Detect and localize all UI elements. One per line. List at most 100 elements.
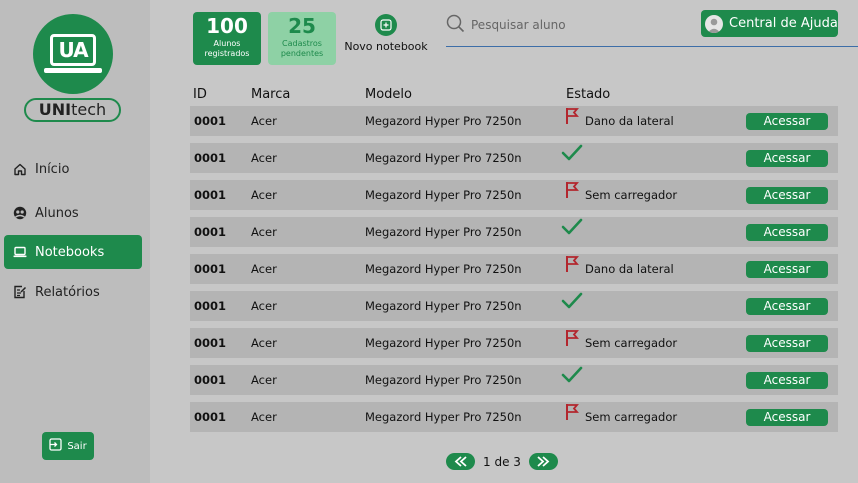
checkmark-icon bbox=[561, 291, 583, 321]
add-notebook-icon bbox=[375, 14, 397, 36]
stat-label-line2: pendentes bbox=[280, 49, 324, 58]
search-input[interactable]: Pesquisar aluno bbox=[471, 18, 566, 32]
sidebar: UA UNItech Início Alunos Notebooks Relat… bbox=[0, 0, 150, 483]
state-text: Dano da lateral bbox=[585, 262, 674, 276]
flag-icon bbox=[565, 402, 579, 432]
logo-text: UA bbox=[58, 38, 88, 62]
brand-name-rest: tech bbox=[71, 100, 107, 119]
flag-icon bbox=[565, 106, 579, 136]
access-button[interactable]: Acessar bbox=[746, 113, 828, 130]
flag-icon bbox=[565, 254, 579, 284]
search-bar[interactable]: Pesquisar aluno bbox=[446, 13, 691, 37]
cell-state: Dano da lateral bbox=[565, 106, 674, 136]
table-row: 0001 Acer Megazord Hyper Pro 7250n Dano da … bbox=[190, 106, 838, 136]
sidebar-item-label: Início bbox=[35, 161, 70, 177]
users-icon bbox=[13, 206, 27, 220]
sidebar-item-notebooks[interactable]: Notebooks bbox=[4, 235, 142, 269]
new-notebook-button[interactable]: Novo notebook bbox=[340, 14, 432, 53]
cell-model: Megazord Hyper Pro 7250n bbox=[365, 114, 522, 128]
cell-model: Megazord Hyper Pro 7250n bbox=[365, 151, 522, 165]
cell-brand: Acer bbox=[251, 373, 277, 387]
table-row: 0001 Acer Megazord Hyper Pro 7250n Acessar bbox=[190, 217, 838, 247]
cell-brand: Acer bbox=[251, 114, 277, 128]
access-button[interactable]: Acessar bbox=[746, 298, 828, 315]
pending-registrations-stat: 25 Cadastros pendentes bbox=[268, 12, 336, 65]
double-chevron-right-icon bbox=[537, 456, 550, 467]
sidebar-item-alunos[interactable]: Alunos bbox=[4, 196, 142, 230]
double-chevron-left-icon bbox=[454, 456, 467, 467]
column-header-id: ID bbox=[193, 87, 207, 102]
stat-label-line1: Alunos bbox=[213, 39, 241, 48]
cell-model: Megazord Hyper Pro 7250n bbox=[365, 188, 522, 202]
logout-label: Sair bbox=[67, 440, 87, 452]
home-icon bbox=[13, 162, 27, 176]
access-button[interactable]: Acessar bbox=[746, 372, 828, 389]
report-icon bbox=[13, 285, 27, 299]
logout-button[interactable]: Sair bbox=[42, 432, 94, 460]
help-center-button[interactable]: Central de Ajuda bbox=[701, 10, 838, 37]
state-text: Sem carregador bbox=[585, 336, 678, 350]
cell-id: 0001 bbox=[194, 373, 227, 387]
cell-brand: Acer bbox=[251, 336, 277, 350]
cell-id: 0001 bbox=[194, 151, 227, 165]
cell-brand: Acer bbox=[251, 151, 277, 165]
page-indicator: 1 de 3 bbox=[483, 454, 521, 469]
column-header-model: Modelo bbox=[365, 87, 412, 102]
cell-state: Dano da lateral bbox=[565, 254, 674, 284]
access-button[interactable]: Acessar bbox=[746, 261, 828, 278]
cell-model: Megazord Hyper Pro 7250n bbox=[365, 410, 522, 424]
cell-model: Megazord Hyper Pro 7250n bbox=[365, 373, 522, 387]
brand-name-bold: UNI bbox=[38, 100, 72, 119]
cell-brand: Acer bbox=[251, 188, 277, 202]
cell-id: 0001 bbox=[194, 410, 227, 424]
table-row: 0001 Acer Megazord Hyper Pro 7250n Acessar bbox=[190, 365, 838, 395]
cell-id: 0001 bbox=[194, 336, 227, 350]
cell-model: Megazord Hyper Pro 7250n bbox=[365, 336, 522, 350]
cell-model: Megazord Hyper Pro 7250n bbox=[365, 262, 522, 276]
table-row: 0001 Acer Megazord Hyper Pro 7250n Sem carr… bbox=[190, 180, 838, 210]
state-text: Sem carregador bbox=[585, 188, 678, 202]
new-notebook-label: Novo notebook bbox=[344, 40, 428, 53]
table-row: 0001 Acer Megazord Hyper Pro 7250n Acessar bbox=[190, 291, 838, 321]
cell-state bbox=[561, 143, 583, 173]
checkmark-icon bbox=[561, 365, 583, 395]
access-button[interactable]: Acessar bbox=[746, 150, 828, 167]
cell-brand: Acer bbox=[251, 225, 277, 239]
table-row: 0001 Acer Megazord Hyper Pro 7250n Sem carr… bbox=[190, 328, 838, 358]
pagination: 1 de 3 bbox=[446, 453, 558, 470]
checkmark-icon bbox=[561, 143, 583, 173]
cell-id: 0001 bbox=[194, 299, 227, 313]
previous-page-button[interactable] bbox=[446, 453, 475, 470]
brand-logo: UA bbox=[33, 14, 113, 94]
cell-state bbox=[561, 217, 583, 247]
cell-state: Sem carregador bbox=[565, 180, 677, 210]
logout-icon bbox=[49, 438, 62, 454]
table-row: 0001 Acer Megazord Hyper Pro 7250n Acessar bbox=[190, 143, 838, 173]
flag-icon bbox=[565, 328, 579, 358]
registered-students-stat: 100 Alunos registrados bbox=[193, 12, 261, 65]
cell-model: Megazord Hyper Pro 7250n bbox=[365, 299, 522, 313]
search-icon bbox=[446, 14, 465, 36]
access-button[interactable]: Acessar bbox=[746, 187, 828, 204]
next-page-button[interactable] bbox=[528, 453, 558, 470]
stat-label-line1: Cadastros bbox=[282, 39, 322, 48]
cell-state bbox=[561, 291, 583, 321]
cell-id: 0001 bbox=[194, 114, 227, 128]
sidebar-item-inicio[interactable]: Início bbox=[4, 152, 142, 186]
cell-id: 0001 bbox=[194, 225, 227, 239]
cell-id: 0001 bbox=[194, 188, 227, 202]
sidebar-item-label: Alunos bbox=[35, 205, 79, 221]
column-header-brand: Marca bbox=[251, 87, 291, 102]
cell-brand: Acer bbox=[251, 410, 277, 424]
checkmark-icon bbox=[561, 217, 583, 247]
brand-name: UNItech bbox=[24, 98, 121, 122]
access-button[interactable]: Acessar bbox=[746, 335, 828, 352]
state-text: Dano da lateral bbox=[585, 114, 674, 128]
access-button[interactable]: Acessar bbox=[746, 224, 828, 241]
logo-laptop-base bbox=[44, 68, 102, 73]
stat-value: 25 bbox=[288, 14, 316, 38]
stat-label-line2: registrados bbox=[204, 49, 250, 58]
sidebar-item-relatorios[interactable]: Relatórios bbox=[4, 275, 142, 309]
cell-state: Sem carregador bbox=[565, 328, 677, 358]
access-button[interactable]: Acessar bbox=[746, 409, 828, 426]
